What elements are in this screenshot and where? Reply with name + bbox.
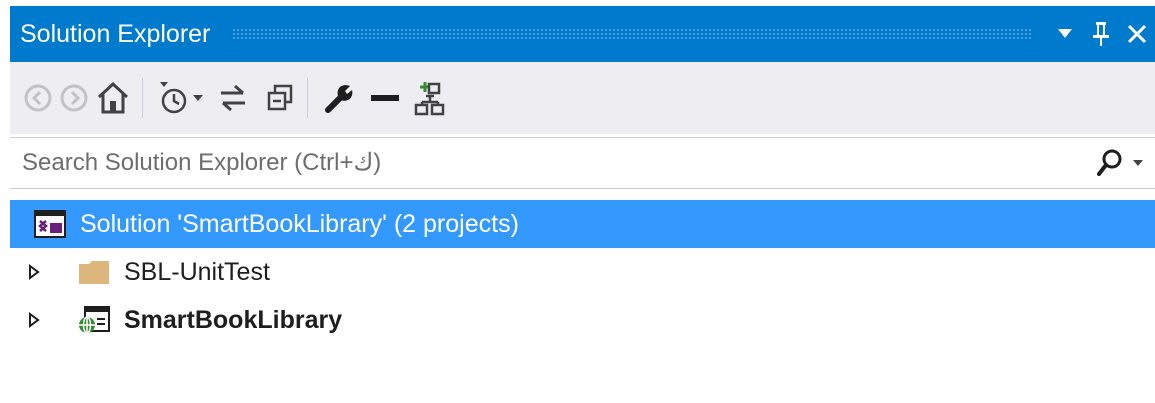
caret-down-icon [1058,29,1072,38]
preview-selected-items-button[interactable] [370,76,400,120]
solution-explorer-panel: Solution Explorer Search Solution Explor… [0,0,1155,403]
wrench-icon [325,85,353,113]
drag-grip[interactable] [232,28,1031,40]
search-box [10,137,1155,189]
pending-changes-dropdown[interactable] [193,76,203,120]
folder-icon [74,256,114,288]
home-icon [97,81,129,114]
home-button[interactable] [96,76,130,120]
tree-node-project[interactable]: SBL-UnitTest [10,248,1155,296]
toolbar-separator [142,78,143,118]
web-project-icon [74,304,114,336]
title-bar[interactable]: Solution Explorer [10,6,1155,62]
search-options-button[interactable] [1097,140,1155,186]
expand-arrow-icon[interactable] [18,312,50,328]
tree-node-label: Solution 'SmartBookLibrary' (2 projects) [80,209,519,238]
small-caret-down-icon [193,95,203,101]
search-input[interactable] [10,139,1097,187]
clock-filter-icon [160,82,187,114]
auto-hide-pin-button[interactable] [1083,14,1119,54]
left-edge [0,0,10,403]
collapse-all-icon [267,84,293,111]
search-icon [1097,149,1122,176]
window-position-dropdown-button[interactable] [1047,14,1083,54]
solution-icon [30,208,70,240]
toolbar-separator [307,78,308,118]
expand-arrow-icon[interactable] [18,264,50,280]
back-button[interactable] [24,76,52,120]
tree-node-solution[interactable]: Solution 'SmartBookLibrary' (2 projects) [10,200,1155,248]
sync-with-active-document-button[interactable] [217,76,249,120]
tree-node-label: SBL-UnitTest [124,257,270,286]
collapse-all-button[interactable] [265,76,295,120]
pending-changes-filter-button[interactable] [159,76,189,120]
tree-node-label: SmartBookLibrary [124,305,343,334]
class-diagram-icon [414,82,445,116]
forward-button[interactable] [60,76,88,120]
panel-title: Solution Explorer [20,19,211,48]
small-caret-down-icon [1133,160,1143,166]
minus-icon [371,95,399,101]
solution-tree: Solution 'SmartBookLibrary' (2 projects)… [10,200,1155,344]
tree-node-project[interactable]: SmartBookLibrary [10,296,1155,344]
forward-arrow-icon [60,84,88,112]
toolbar [10,62,1155,134]
properties-button[interactable] [324,76,356,120]
pin-icon [1093,22,1109,46]
close-icon [1127,24,1147,44]
close-button[interactable] [1119,14,1155,54]
view-class-diagram-button[interactable] [412,76,446,120]
back-arrow-icon [24,84,52,112]
sync-arrows-icon [221,84,245,112]
